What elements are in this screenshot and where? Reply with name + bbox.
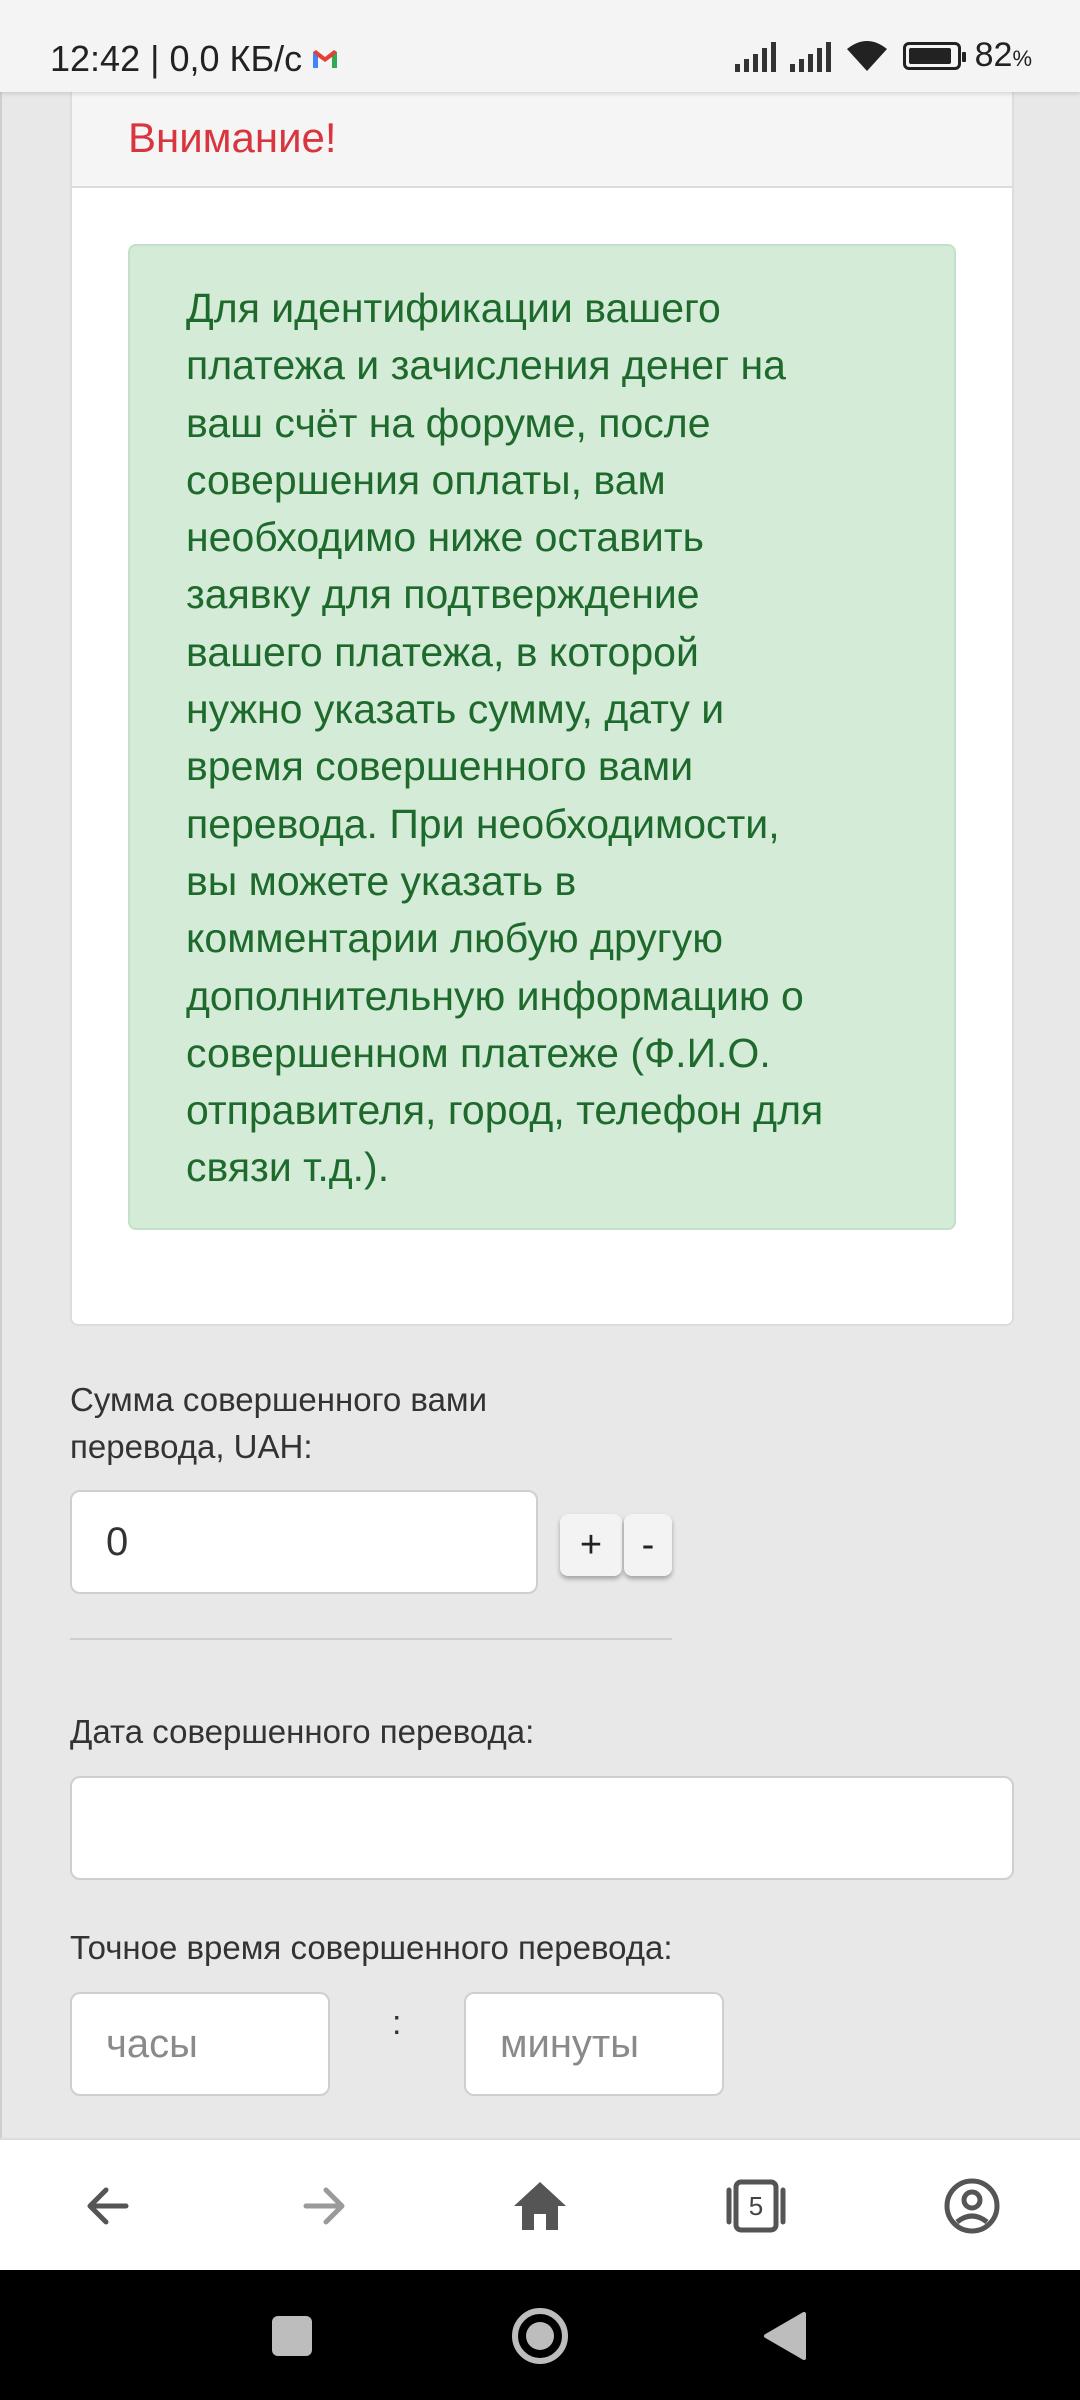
account-icon [944,2178,1000,2234]
alert-line: отправителя, город, телефон для [186,1087,824,1134]
alert-line: необходимо ниже оставить [186,514,704,561]
increment-button[interactable]: + [560,1514,622,1576]
time-separator: : [392,2004,402,2042]
system-navigation-bar [0,2270,1080,2400]
forward-button[interactable] [288,2170,360,2242]
tabs-button[interactable]: 5 [720,2170,792,2242]
alert-line: Для идентификации вашего [186,285,721,331]
notice-card-header: Внимание! [72,90,1012,188]
alert-line: ваш счёт на форуме, после [186,399,711,446]
hours-input[interactable]: часы [70,1992,330,2096]
time-and-speed: 12:42 | 0,0 КБ/с [50,38,303,79]
minus-label: - [641,1523,655,1566]
alert-line: заявку для подтверждение [186,571,700,618]
battery-icon [902,41,966,70]
signal-sim2-icon [789,40,831,72]
forward-arrow-icon [303,2187,345,2225]
notice-card: Внимание! Для идентификации вашего плате… [70,88,1014,1326]
battery-percent: 82% [974,36,1032,74]
amount-label: Сумма совершенного вами перевода, UAH: [70,1376,487,1470]
alert-line: перевода. При необходимости, [186,800,780,847]
signal-sim1-icon [734,40,776,72]
home-circle-icon [512,2308,568,2364]
date-label: Дата совершенного перевода: [70,1713,535,1750]
alert-line: вашего платежа, в которой [186,628,699,675]
status-left: 12:42 | 0,0 КБ/с [50,38,338,80]
back-button[interactable] [72,2170,144,2242]
amount-value: 0 [106,1519,129,1564]
time-label: Точное время совершенного перевода: [70,1929,673,1966]
warning-title: Внимание! [128,114,337,161]
alert-line: вы можете указать в [186,857,577,904]
alert-line: комментарии любую другую [186,915,724,962]
alert-line: совершения оплаты, вам [186,456,666,503]
wifi-icon [846,40,887,71]
home-icon [514,2182,566,2230]
date-input[interactable] [70,1776,1014,1880]
recents-square-icon [272,2316,312,2356]
alert-line: платежа и зачисления денег на [186,342,786,389]
minutes-placeholder: минуты [500,2021,640,2066]
alert-line: время совершенного вами [186,743,694,790]
system-back-button[interactable] [744,2296,824,2376]
minutes-input[interactable]: минуты [464,1992,724,2096]
back-arrow-icon [87,2187,129,2225]
recents-button[interactable] [252,2296,332,2376]
alert-line: связи т.д.). [186,1144,390,1191]
back-triangle-icon [764,2312,806,2360]
plus-label: + [579,1523,603,1566]
status-right: 82% [734,36,1032,75]
alert-line: совершенном платеже (Ф.И.О. [186,1029,771,1076]
tabs-count: 5 [748,2190,764,2221]
decrement-button[interactable]: - [624,1514,672,1576]
status-bar: 12:42 | 0,0 КБ/с 82% [0,0,1080,92]
home-button[interactable] [504,2170,576,2242]
hours-placeholder: часы [106,2021,198,2066]
browser-toolbar: 5 [0,2138,1080,2270]
alert-line: дополнительную информацию о [186,972,804,1019]
amount-label-line2: перевода, UAH: [70,1428,313,1465]
web-page: Внимание! Для идентификации вашего плате… [0,88,1080,2138]
system-home-button[interactable] [500,2296,580,2376]
alert-line: нужно указать сумму, дату и [186,686,725,733]
account-button[interactable] [936,2170,1008,2242]
amount-label-line1: Сумма совершенного вами [70,1381,488,1418]
divider [70,1638,672,1640]
gmail-icon [313,50,338,68]
info-alert: Для идентификации вашего платежа и зачис… [128,244,956,1230]
amount-input[interactable]: 0 [70,1490,538,1594]
